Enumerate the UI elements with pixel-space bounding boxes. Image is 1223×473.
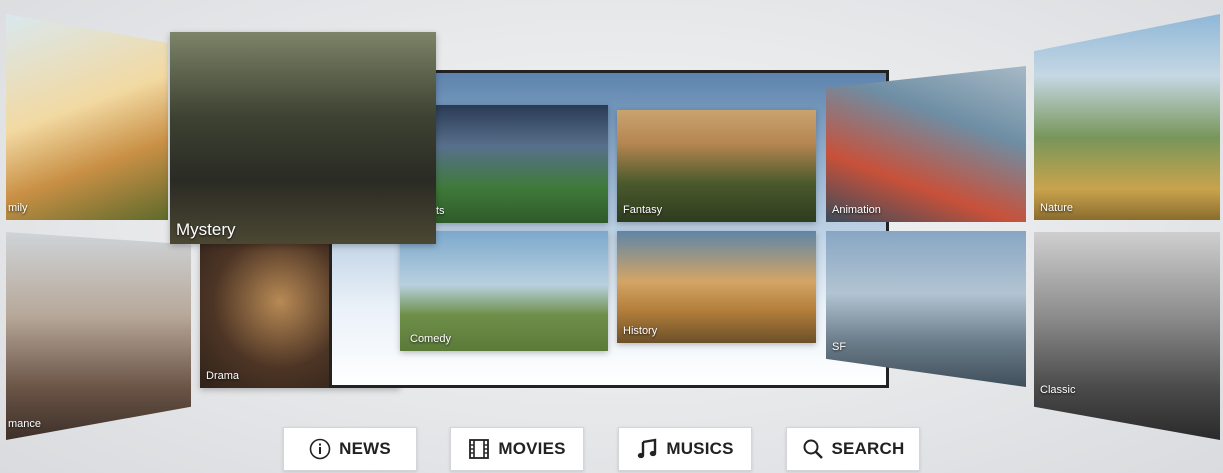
genre-label: Animation	[832, 204, 881, 216]
genre-label: mily	[8, 202, 28, 214]
genre-label: SF	[832, 341, 847, 353]
genre-label: mance	[8, 418, 42, 430]
genre-carousel: mily mance Drama ts Fantasy Comedy Histo…	[0, 0, 1223, 473]
news-button-label: NEWS	[339, 439, 391, 458]
genre-tile-nature[interactable]: Nature	[1034, 14, 1220, 220]
genre-tile-family[interactable]: mily	[6, 14, 168, 220]
musics-button[interactable]: MUSICS	[618, 427, 752, 471]
film-strip-icon	[468, 438, 490, 460]
news-button[interactable]: NEWS	[283, 427, 417, 471]
genre-tile-romance[interactable]: mance	[6, 232, 191, 440]
movies-button-label: MOVIES	[498, 439, 566, 458]
genre-tile-classic[interactable]: Classic	[1034, 232, 1220, 440]
genre-label: Classic	[1040, 384, 1076, 396]
search-button[interactable]: SEARCH	[786, 427, 920, 471]
magnifier-icon	[802, 438, 824, 460]
genre-label: Nature	[1040, 202, 1074, 214]
genre-label: Drama	[206, 370, 240, 382]
music-note-icon	[636, 438, 658, 460]
musics-button-label: MUSICS	[666, 439, 734, 458]
info-circle-icon	[309, 438, 331, 460]
search-button-label: SEARCH	[831, 439, 905, 458]
genre-tile-animation[interactable]: Animation	[826, 66, 1026, 222]
genre-tile-mystery[interactable]: Mystery	[170, 32, 436, 244]
movies-button[interactable]: MOVIES	[450, 427, 584, 471]
genre-label: Mystery	[176, 220, 236, 239]
